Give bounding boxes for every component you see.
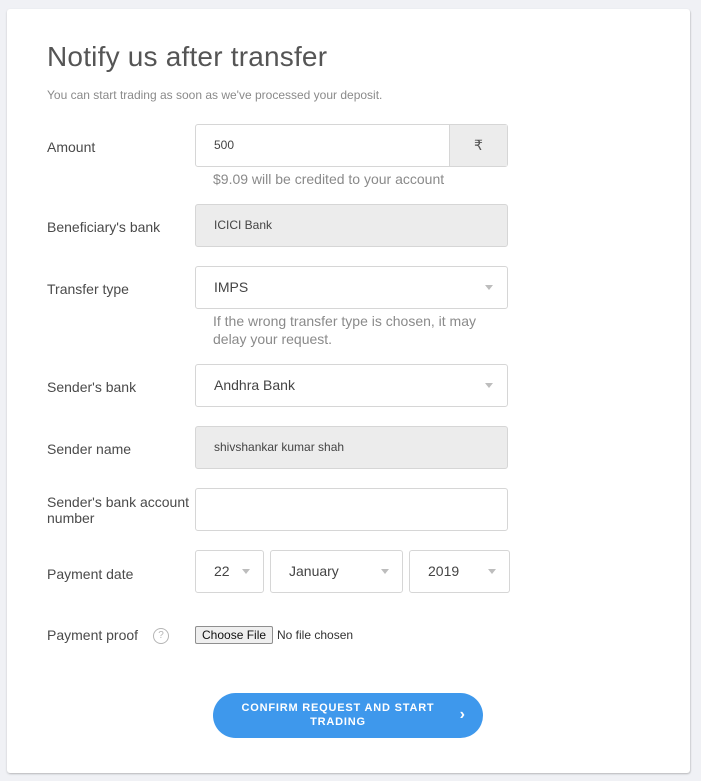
confirm-request-button[interactable]: CONFIRM REQUEST AND START TRADING › [213,693,483,738]
file-status-text: No file chosen [277,628,354,642]
senders-bank-value: Andhra Bank [214,377,295,393]
sender-name-value: shivshankar kumar shah [214,440,345,454]
beneficiary-bank-field: ICICI Bank [195,204,508,247]
sender-name-label: Sender name [47,441,132,457]
page-title: Notify us after transfer [47,41,328,72]
chevron-down-icon [485,285,493,290]
payment-year-value: 2019 [428,563,460,579]
beneficiary-bank-value: ICICI Bank [214,218,273,232]
payment-day-select[interactable]: 22 [195,550,264,593]
payment-month-select[interactable]: January [270,550,403,593]
beneficiary-bank-label: Beneficiary's bank [47,219,161,235]
transfer-type-help-text: If the wrong transfer type is chosen, it… [213,313,477,347]
chevron-down-icon [485,383,493,388]
payment-month-value: January [289,563,339,579]
chevron-down-icon [242,569,250,574]
deposit-notify-card: Notify us after transfer You can start t… [7,9,690,773]
payment-proof-label: Payment proof [47,627,139,643]
account-number-label: Sender's bank account number [47,494,189,526]
chevron-down-icon [488,569,496,574]
page-subtitle: You can start trading as soon as we've p… [47,88,383,102]
account-number-input[interactable] [195,488,508,531]
choose-file-button[interactable]: Choose File [195,626,274,644]
payment-date-label: Payment date [47,566,134,582]
sender-name-field: shivshankar kumar shah [195,426,508,469]
amount-help-text: $9.09 will be credited to your account [213,171,445,187]
amount-value: 500 [214,138,235,152]
transfer-type-label: Transfer type [47,281,129,297]
senders-bank-select[interactable]: Andhra Bank [195,364,508,407]
rupee-currency-icon: ₹ [449,125,507,166]
chevron-down-icon [381,569,389,574]
amount-label: Amount [47,139,96,155]
chevron-right-icon: › [459,706,465,723]
payment-day-value: 22 [214,563,230,579]
transfer-type-value: IMPS [214,279,249,295]
payment-year-select[interactable]: 2019 [409,550,510,593]
confirm-request-label: CONFIRM REQUEST AND START TRADING [241,702,435,728]
senders-bank-label: Sender's bank [47,379,137,395]
amount-input[interactable]: 500 ₹ [195,124,508,167]
help-question-icon[interactable]: ? [153,628,169,644]
transfer-type-select[interactable]: IMPS [195,266,508,309]
